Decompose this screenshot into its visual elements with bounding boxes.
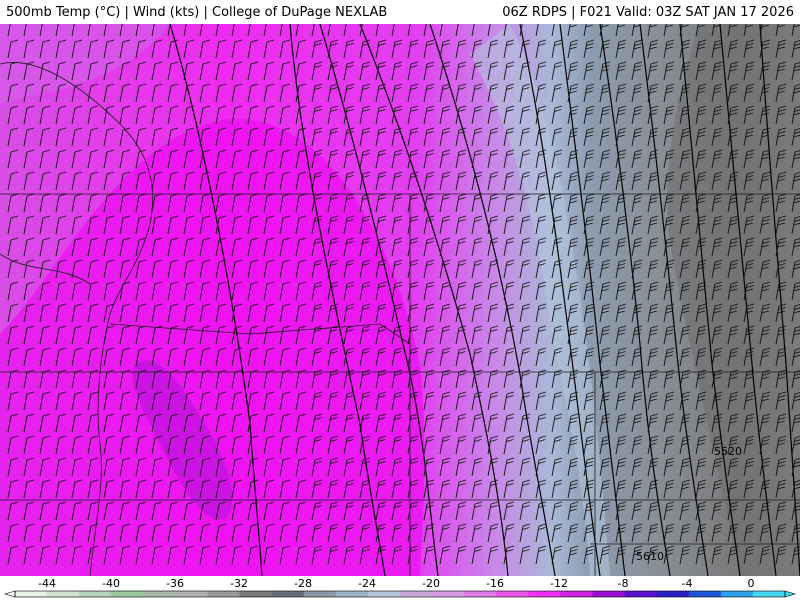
colorbar-swatch <box>303 591 337 597</box>
colorbar-swatch <box>79 591 112 597</box>
temperature-wind-map: 5520 5610 <box>0 24 800 576</box>
colorbar-swatch <box>656 591 690 597</box>
colorbar-tick-label: -44 <box>38 577 56 590</box>
colorbar-tick-label: -4 <box>682 577 693 590</box>
colorbar-tick-label: -32 <box>230 577 248 590</box>
colorbar-swatch <box>143 591 176 597</box>
colorbar-tick-label: -40 <box>102 577 120 590</box>
colorbar-swatch <box>207 591 241 597</box>
colorbar-tick-label: -12 <box>550 577 568 590</box>
colorbar-swatch <box>15 591 48 597</box>
colorbar-tick-label: 0 <box>748 577 755 590</box>
colorbar-swatch <box>432 591 465 597</box>
colorbar-swatch <box>688 591 722 597</box>
colorbar-swatch <box>720 591 754 597</box>
colorbar-swatch <box>111 591 144 597</box>
colorbar-tick-label: -28 <box>294 577 312 590</box>
colorbar-swatch <box>175 591 208 597</box>
colorbar-swatch <box>47 591 80 597</box>
product-title: 500mb Temp (°C) | Wind (kts) | College o… <box>6 5 388 20</box>
colorbar-swatch <box>400 591 433 597</box>
colorbar-swatch <box>239 591 273 597</box>
map-header: 500mb Temp (°C) | Wind (kts) | College o… <box>0 0 800 24</box>
colorbar-tick-label: -8 <box>618 577 629 590</box>
colorbar-swatch <box>752 591 786 597</box>
colorbar-swatch <box>624 591 658 597</box>
colorbar-swatch <box>560 591 593 597</box>
colorbar-swatch <box>335 591 369 597</box>
colorbar-swatch <box>496 591 529 597</box>
contour-label-5610: 5610 <box>636 550 664 563</box>
colorbar-tick-label: -36 <box>166 577 184 590</box>
weather-map-page: 500mb Temp (°C) | Wind (kts) | College o… <box>0 0 800 600</box>
colorbar-tick-label: -16 <box>486 577 504 590</box>
colorbar-swatch <box>367 591 401 597</box>
colorbar-tick-label: -24 <box>358 577 376 590</box>
colorbar-right-arrow <box>784 590 797 598</box>
colorbar-swatch <box>271 591 305 597</box>
colorbar-swatch <box>528 591 561 597</box>
colorbar-tick-label: -20 <box>422 577 440 590</box>
temperature-colorbar: -44 -40 -36 -32 -28 -24 -20 -16 -12 -8 -4 0 <box>0 576 800 600</box>
colorbar-left-arrow <box>3 590 16 598</box>
colorbar-swatch <box>464 591 497 597</box>
colorbar-swatch <box>592 591 626 597</box>
model-run-valid-time: 06Z RDPS | F021 Valid: 03Z SAT JAN 17 20… <box>502 5 794 20</box>
contour-label-5520: 5520 <box>714 445 742 458</box>
